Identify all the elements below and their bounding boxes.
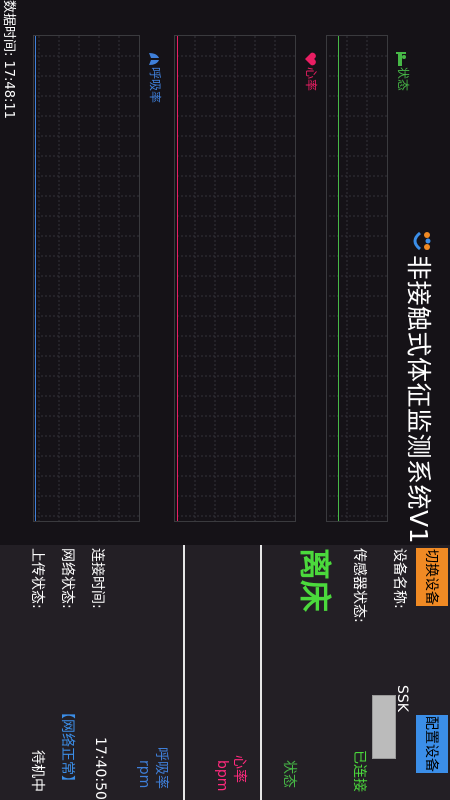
- heart-series-line: [177, 36, 178, 521]
- heart-chart: [174, 35, 296, 522]
- resp-chart-label: 呼吸率: [147, 52, 164, 103]
- divider: [260, 545, 262, 800]
- device-name-input[interactable]: [372, 695, 396, 759]
- connect-time-value: 17:40:50: [92, 737, 108, 800]
- status-chart: [326, 35, 388, 522]
- chart-grid: [34, 36, 139, 521]
- app-screen: 非接触式体征监测系统V1 状态 心率 呼吸率 数据时间: 17:48:11 切换…: [0, 0, 450, 800]
- divider: [183, 545, 185, 800]
- bed-status-caption: 状态: [281, 760, 297, 788]
- lungs-icon: [149, 53, 160, 65]
- upload-status-label: 上传状态:: [29, 548, 45, 609]
- device-name-value: SSK_: [394, 685, 410, 719]
- chart-grid: [175, 36, 295, 521]
- bed-status-value: 离床: [296, 548, 334, 613]
- network-status-label: 网络状态:: [59, 548, 75, 609]
- status-series-line: [338, 36, 339, 521]
- heart-chart-label: 心率: [303, 52, 320, 91]
- upload-status-value: 待机中: [29, 750, 45, 792]
- connect-time-label: 连接时间:: [89, 548, 105, 609]
- switch-device-button[interactable]: 切换设备: [416, 548, 448, 606]
- heart-unit: bpm: [214, 760, 230, 792]
- config-device-button[interactable]: 配置设备: [416, 715, 448, 773]
- device-panel: 切换设备 配置设备 设备名称: SSK_ 传感器状态: 已连接 离床 状态 心率…: [0, 545, 450, 800]
- chart-grid: [327, 36, 387, 521]
- charts-panel: 状态 心率 呼吸率 数据时间: 17:48:11: [0, 0, 450, 545]
- heart-caption: 心率: [231, 755, 247, 783]
- data-time: 数据时间: 17:48:11: [1, 0, 16, 119]
- resp-caption: 呼吸率: [153, 747, 169, 789]
- device-name-label: 设备名称:: [391, 548, 407, 609]
- heart-icon: [305, 52, 317, 66]
- sensor-status-label: 传感器状态:: [351, 548, 367, 623]
- resp-unit: rpm: [136, 760, 152, 789]
- bed-icon: [396, 52, 407, 66]
- status-chart-label: 状态: [395, 52, 412, 91]
- network-status-value: 【网络正常】: [59, 705, 75, 789]
- resp-chart: [33, 35, 140, 522]
- sensor-status-value: 已连接: [351, 750, 367, 792]
- resp-series-line: [35, 36, 36, 521]
